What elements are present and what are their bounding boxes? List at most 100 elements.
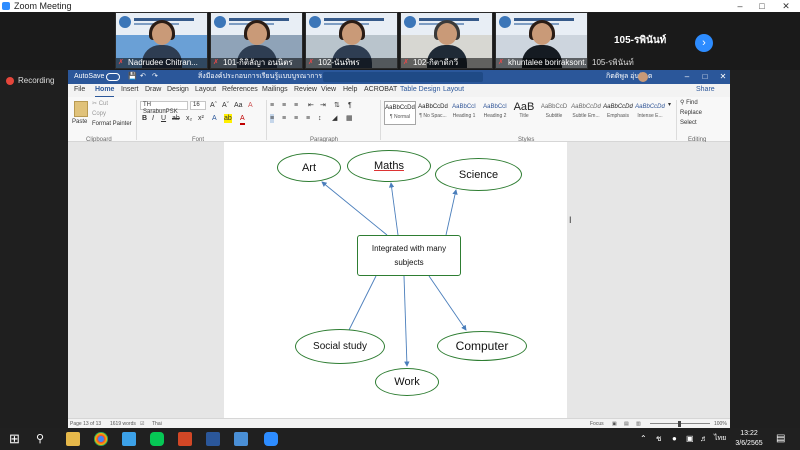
tab-references[interactable]: References (222, 84, 258, 96)
style-title[interactable]: AaB Title (508, 101, 540, 125)
file-explorer-icon[interactable] (66, 432, 80, 446)
tab-design[interactable]: Design (167, 84, 189, 96)
justify-icon[interactable]: ≡ (306, 114, 310, 123)
borders-icon[interactable]: ▦ (346, 114, 353, 123)
bubble-work[interactable]: Work (375, 368, 439, 396)
web-layout-icon[interactable]: ▥ (636, 419, 641, 428)
chrome-icon[interactable] (94, 432, 108, 446)
style-subtle-emphasis[interactable]: AaBbCcDd Subtle Em... (570, 101, 602, 125)
tab-mailings[interactable]: Mailings (262, 84, 288, 96)
select-button[interactable]: Select (680, 119, 697, 128)
multilevel-list-icon[interactable]: ≡ (294, 101, 298, 110)
read-mode-icon[interactable]: ▣ (612, 419, 617, 428)
style-no-spacing[interactable]: AaBbCcDd ¶ No Spac... (417, 101, 449, 125)
style-subtitle[interactable]: AaBbCcD Subtitle (538, 101, 570, 125)
participant-tile[interactable]: Nadrudee Chitran... ✗ (115, 12, 208, 69)
participant-tile[interactable]: 101-กิติลัญา อนนิตร ✗ (210, 12, 303, 69)
participant-tile[interactable]: khuntalee boriraksont... ✗ (495, 12, 588, 69)
print-layout-icon[interactable]: ▤ (624, 419, 629, 428)
style-intense-emphasis[interactable]: AaBbCcDd Intense E... (634, 101, 666, 125)
mic-icon[interactable]: ● (672, 433, 677, 445)
participant-tile[interactable]: 102-กิตาดีกวี ✗ (400, 12, 493, 69)
copy-button[interactable]: Copy (92, 110, 106, 119)
focus-button[interactable]: Focus (590, 419, 604, 428)
grow-font-icon[interactable]: Aˆ (210, 101, 217, 110)
network-icon[interactable]: ▣ (686, 433, 694, 445)
tab-acrobat[interactable]: ACROBAT (364, 84, 397, 96)
sort-icon[interactable]: ⇅ (334, 101, 340, 110)
shading-icon[interactable]: ◢ (332, 114, 337, 123)
minimize-button[interactable]: – (730, 0, 750, 12)
minimize-button[interactable]: – (680, 70, 694, 84)
save-icon[interactable]: 💾 (128, 70, 137, 84)
chevron-up-icon[interactable]: ⌃ (640, 433, 647, 445)
tab-view[interactable]: View (321, 84, 336, 96)
change-case-icon[interactable]: Aa (234, 101, 243, 110)
replace-button[interactable]: Replace (680, 109, 702, 118)
clock[interactable]: 13:22 3/6/2565 (732, 429, 766, 449)
line-app-icon[interactable] (150, 432, 164, 446)
photos-icon[interactable] (234, 432, 248, 446)
page-count[interactable]: Page 13 of 13 (70, 419, 101, 428)
undo-icon[interactable]: ↶ (140, 70, 146, 84)
bubble-social-study[interactable]: Social study (295, 329, 385, 364)
input-language[interactable]: ไทย (714, 433, 726, 445)
maximize-button[interactable]: □ (698, 70, 712, 84)
tab-insert[interactable]: Insert (121, 84, 139, 96)
text-effects-icon[interactable]: A (212, 114, 217, 123)
word-icon[interactable] (206, 432, 220, 446)
align-center-icon[interactable]: ≡ (282, 114, 286, 123)
italic-icon[interactable]: I (152, 114, 154, 123)
powerpoint-icon[interactable] (178, 432, 192, 446)
align-right-icon[interactable]: ≡ (294, 114, 298, 123)
close-button[interactable]: ✕ (776, 0, 796, 12)
share-button[interactable]: Share (696, 85, 715, 95)
document-page[interactable]: Art Maths Science Integrated with many s… (224, 142, 567, 418)
style-heading-1[interactable]: AaBbCcI Heading 1 (448, 101, 480, 125)
tab-home[interactable]: Home (95, 84, 115, 98)
shrink-font-icon[interactable]: Aˇ (222, 101, 229, 110)
search-icon[interactable]: ⚲ (36, 432, 50, 446)
bubble-maths[interactable]: Maths (347, 150, 431, 182)
keyboard-language-icon[interactable]: ช (656, 433, 661, 445)
font-name-select[interactable]: TH SarabunPSK (140, 101, 188, 115)
bullets-icon[interactable]: ≡ (270, 101, 274, 110)
align-left-icon[interactable]: ≡ (270, 114, 275, 123)
center-box-integrated[interactable]: Integrated with many subjects (357, 235, 461, 276)
language-status[interactable]: Thai (152, 419, 162, 428)
paste-icon[interactable] (74, 101, 88, 117)
tab-file[interactable]: File (74, 84, 85, 96)
clear-format-icon[interactable]: A (248, 101, 253, 110)
superscript-icon[interactable]: x² (198, 114, 204, 123)
close-button[interactable]: ✕ (716, 70, 730, 84)
autosave-toggle[interactable] (106, 73, 120, 81)
volume-icon[interactable]: ♬ (700, 433, 708, 445)
search-box[interactable] (323, 72, 483, 82)
bubble-science[interactable]: Science (435, 158, 522, 191)
tab-help[interactable]: Help (343, 84, 357, 96)
maximize-button[interactable]: □ (752, 0, 772, 12)
tab-layout[interactable]: Layout (195, 84, 216, 96)
avatar[interactable] (638, 72, 648, 82)
notification-icon[interactable]: ▤ (776, 433, 785, 445)
bubble-computer[interactable]: Computer (437, 331, 527, 361)
increase-indent-icon[interactable]: ⇥ (320, 101, 326, 110)
show-marks-icon[interactable]: ¶ (348, 101, 352, 110)
zoom-slider-handle[interactable] (678, 421, 681, 427)
zoom-level[interactable]: 100% (714, 419, 727, 428)
tab-table-layout[interactable]: Layout (443, 84, 464, 96)
highlight-icon[interactable]: ab (224, 114, 232, 123)
cut-button[interactable]: ✂ Cut (92, 100, 108, 109)
underline-icon[interactable]: U (161, 114, 166, 123)
bubble-art[interactable]: Art (277, 153, 341, 182)
tab-review[interactable]: Review (294, 84, 317, 96)
decrease-indent-icon[interactable]: ⇤ (308, 101, 314, 110)
styles-scroll-icon[interactable]: ▾ (668, 101, 671, 110)
tab-draw[interactable]: Draw (145, 84, 161, 96)
font-size-select[interactable]: 16 (190, 101, 206, 110)
bold-icon[interactable]: B (142, 114, 147, 123)
participant-tile-no-video[interactable]: 105-รพินันท์ 105-รพินันท์ (590, 12, 710, 69)
next-page-button[interactable]: › (695, 34, 713, 52)
paste-button[interactable]: Paste (72, 118, 87, 127)
style-heading-2[interactable]: AaBbCcI Heading 2 (479, 101, 511, 125)
